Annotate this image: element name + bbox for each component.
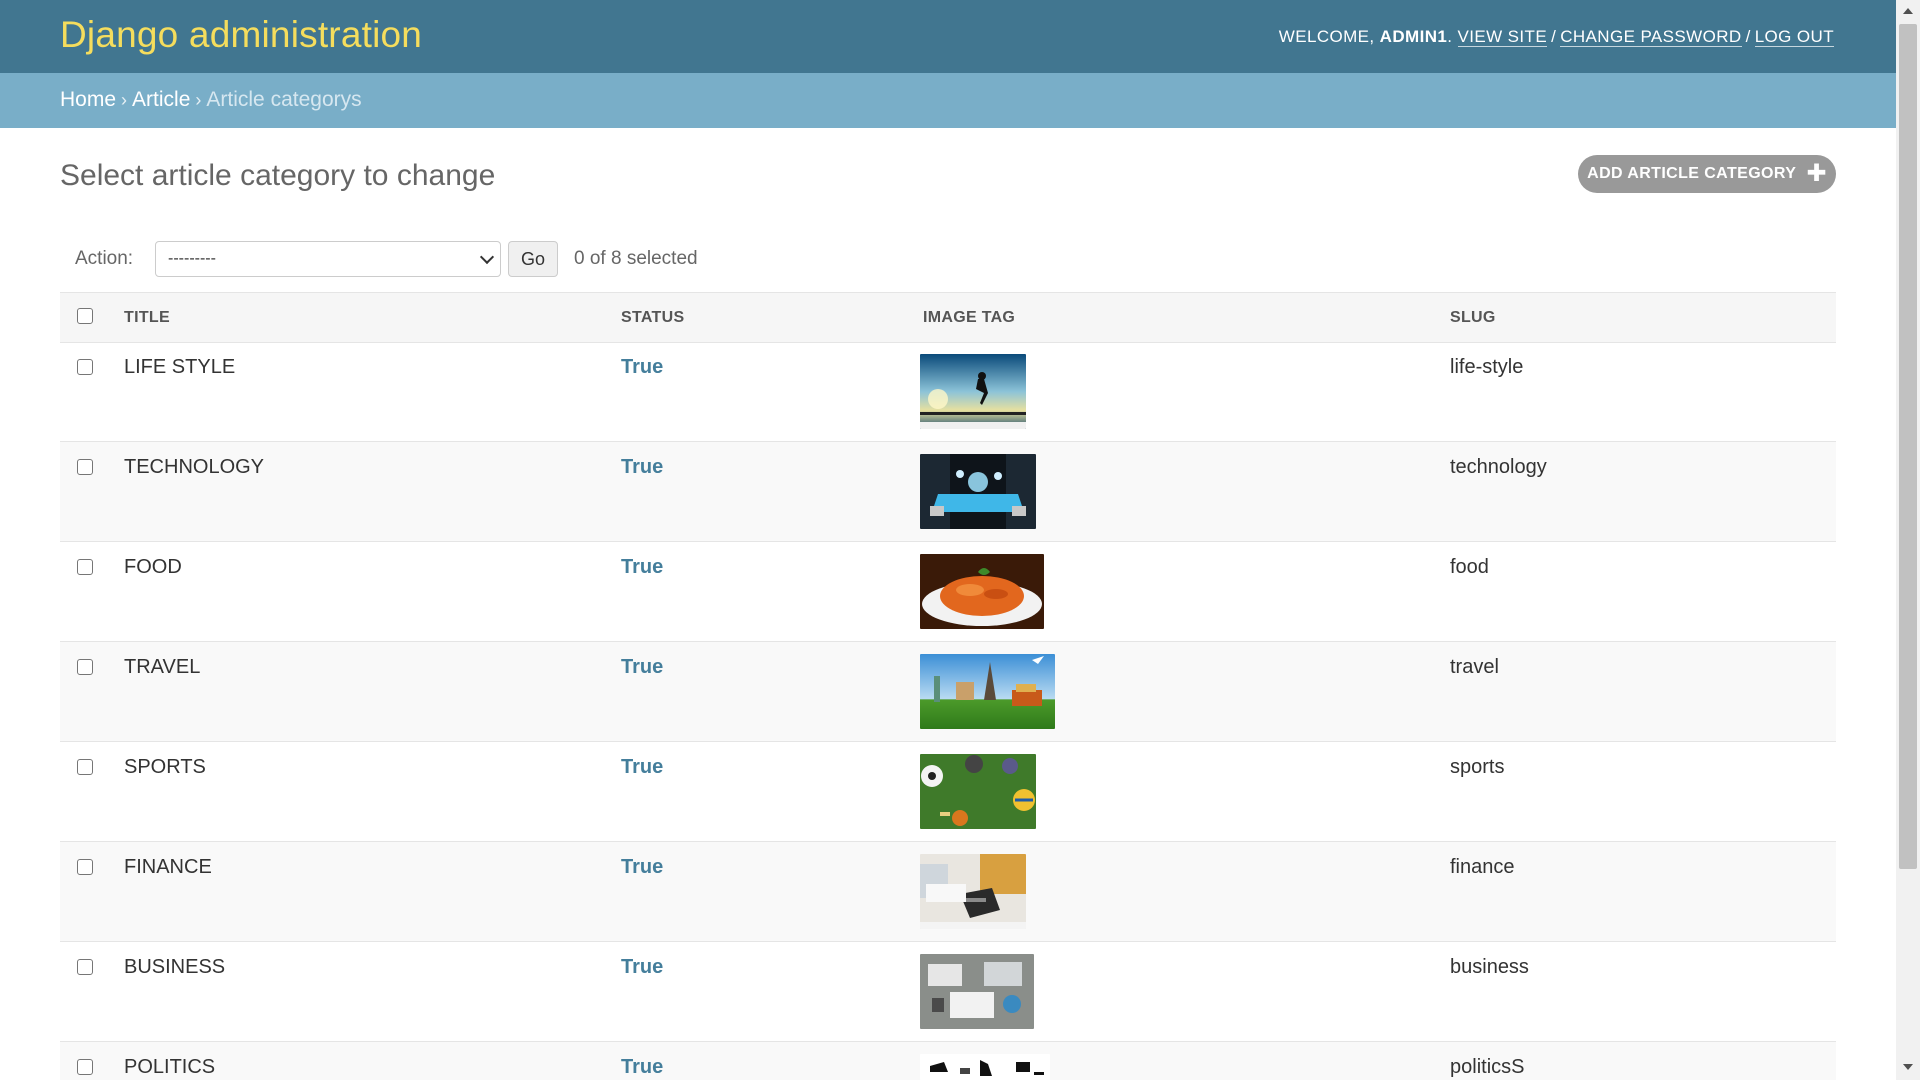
row-status: True — [621, 956, 664, 978]
page-title: Select article category to change — [60, 159, 496, 192]
site-branding[interactable]: Django administration — [60, 14, 422, 56]
row-title-link[interactable]: TRAVEL — [124, 656, 200, 679]
row-status: True — [621, 856, 664, 878]
selected-count: 0 of 8 selected — [574, 248, 698, 269]
breadcrumb-current: Article categorys — [206, 88, 362, 111]
separator: / — [1551, 27, 1557, 46]
breadcrumb-separator: › — [121, 90, 128, 110]
go-button[interactable]: Go — [508, 241, 558, 277]
row-checkbox[interactable] — [77, 859, 93, 875]
row-checkbox[interactable] — [77, 959, 93, 975]
row-title-link[interactable]: FINANCE — [124, 856, 212, 879]
row-image-thumbnail — [920, 654, 1055, 729]
row-image-thumbnail — [920, 1054, 1050, 1080]
row-status: True — [621, 756, 664, 778]
add-button-label: ADD ARTICLE CATEGORY — [1587, 165, 1797, 182]
view-site-link[interactable]: VIEW SITE — [1457, 27, 1548, 47]
row-title-link[interactable]: BUSINESS — [124, 956, 225, 979]
row-slug: politicsS — [1450, 1056, 1525, 1078]
welcome-text: WELCOME, — [1278, 27, 1375, 46]
row-status: True — [621, 356, 664, 378]
row-slug: finance — [1450, 856, 1515, 878]
breadcrumb: Home › Article › Article categorys — [0, 73, 1896, 128]
separator: / — [1745, 27, 1751, 46]
log-out-link[interactable]: LOG OUT — [1754, 27, 1834, 47]
column-header-slug: SLUG — [1450, 309, 1496, 326]
action-label: Action: — [75, 248, 134, 269]
table-row: BUSINESS True business — [60, 942, 1836, 1042]
table-row: LIFE STYLE True life-style — [60, 342, 1836, 442]
row-title-link[interactable]: LIFE STYLE — [124, 356, 235, 379]
row-checkbox[interactable] — [77, 359, 93, 375]
row-title-link[interactable]: TECHNOLOGY — [124, 456, 264, 479]
table-header: TITLE STATUS IMAGE TAG SLUG — [60, 292, 1836, 343]
row-image-thumbnail — [920, 454, 1036, 529]
table-row: FOOD True food — [60, 542, 1836, 642]
scroll-up-arrow-icon[interactable] — [1903, 8, 1913, 14]
row-title-link[interactable]: FOOD — [124, 556, 182, 579]
column-header-image-tag: IMAGE TAG — [923, 309, 1016, 326]
table-row: POLITICS True politicsS — [60, 1042, 1836, 1080]
add-article-category-button[interactable]: ADD ARTICLE CATEGORY ✚ — [1578, 155, 1836, 193]
row-checkbox[interactable] — [77, 559, 93, 575]
row-image-thumbnail — [920, 954, 1034, 1029]
row-status: True — [621, 456, 664, 478]
breadcrumb-home[interactable]: Home — [60, 88, 116, 111]
row-checkbox[interactable] — [77, 759, 93, 775]
row-title-link[interactable]: SPORTS — [124, 756, 206, 779]
change-password-link[interactable]: CHANGE PASSWORD — [1560, 27, 1742, 47]
row-checkbox[interactable] — [77, 459, 93, 475]
breadcrumb-separator: › — [195, 90, 202, 110]
breadcrumb-article[interactable]: Article — [132, 88, 190, 111]
row-title-link[interactable]: POLITICS — [124, 1056, 215, 1079]
scroll-down-arrow-icon[interactable] — [1903, 1064, 1913, 1070]
row-slug: technology — [1450, 456, 1547, 478]
row-image-thumbnail — [920, 554, 1044, 629]
plus-icon: ✚ — [1806, 160, 1827, 187]
row-slug: travel — [1450, 656, 1499, 678]
action-select-value: --------- — [168, 250, 216, 267]
site-header: Django administration WELCOME, ADMIN1. V… — [0, 0, 1896, 73]
user-tools: WELCOME, ADMIN1. VIEW SITE / CHANGE PASSWO… — [1279, 27, 1834, 47]
row-image-thumbnail — [920, 754, 1036, 829]
column-header-status: STATUS — [621, 309, 685, 326]
table-row: TRAVEL True travel — [60, 642, 1836, 742]
table-row: TECHNOLOGY True technology — [60, 442, 1836, 542]
column-header-title[interactable]: TITLE — [124, 309, 170, 327]
table-row: SPORTS True sports — [60, 742, 1836, 842]
row-slug: food — [1450, 556, 1489, 578]
actions-bar: Action: --------- Go 0 of 8 selected — [60, 236, 1836, 284]
action-select[interactable]: --------- — [155, 241, 501, 277]
select-all-checkbox[interactable] — [77, 308, 93, 324]
username: ADMIN1 — [1379, 27, 1448, 46]
table-row: FINANCE True finance — [60, 842, 1836, 942]
scrollbar-thumb[interactable] — [1899, 24, 1917, 869]
row-checkbox[interactable] — [77, 659, 93, 675]
row-slug: sports — [1450, 756, 1505, 778]
row-slug: life-style — [1450, 356, 1524, 378]
row-status: True — [621, 1056, 664, 1078]
row-image-thumbnail — [920, 354, 1026, 429]
row-slug: business — [1450, 956, 1529, 978]
chevron-down-icon — [479, 249, 495, 265]
row-checkbox[interactable] — [77, 1059, 93, 1075]
row-status: True — [621, 656, 664, 678]
period: . — [1447, 27, 1453, 46]
row-status: True — [621, 556, 664, 578]
row-image-thumbnail — [920, 854, 1026, 929]
